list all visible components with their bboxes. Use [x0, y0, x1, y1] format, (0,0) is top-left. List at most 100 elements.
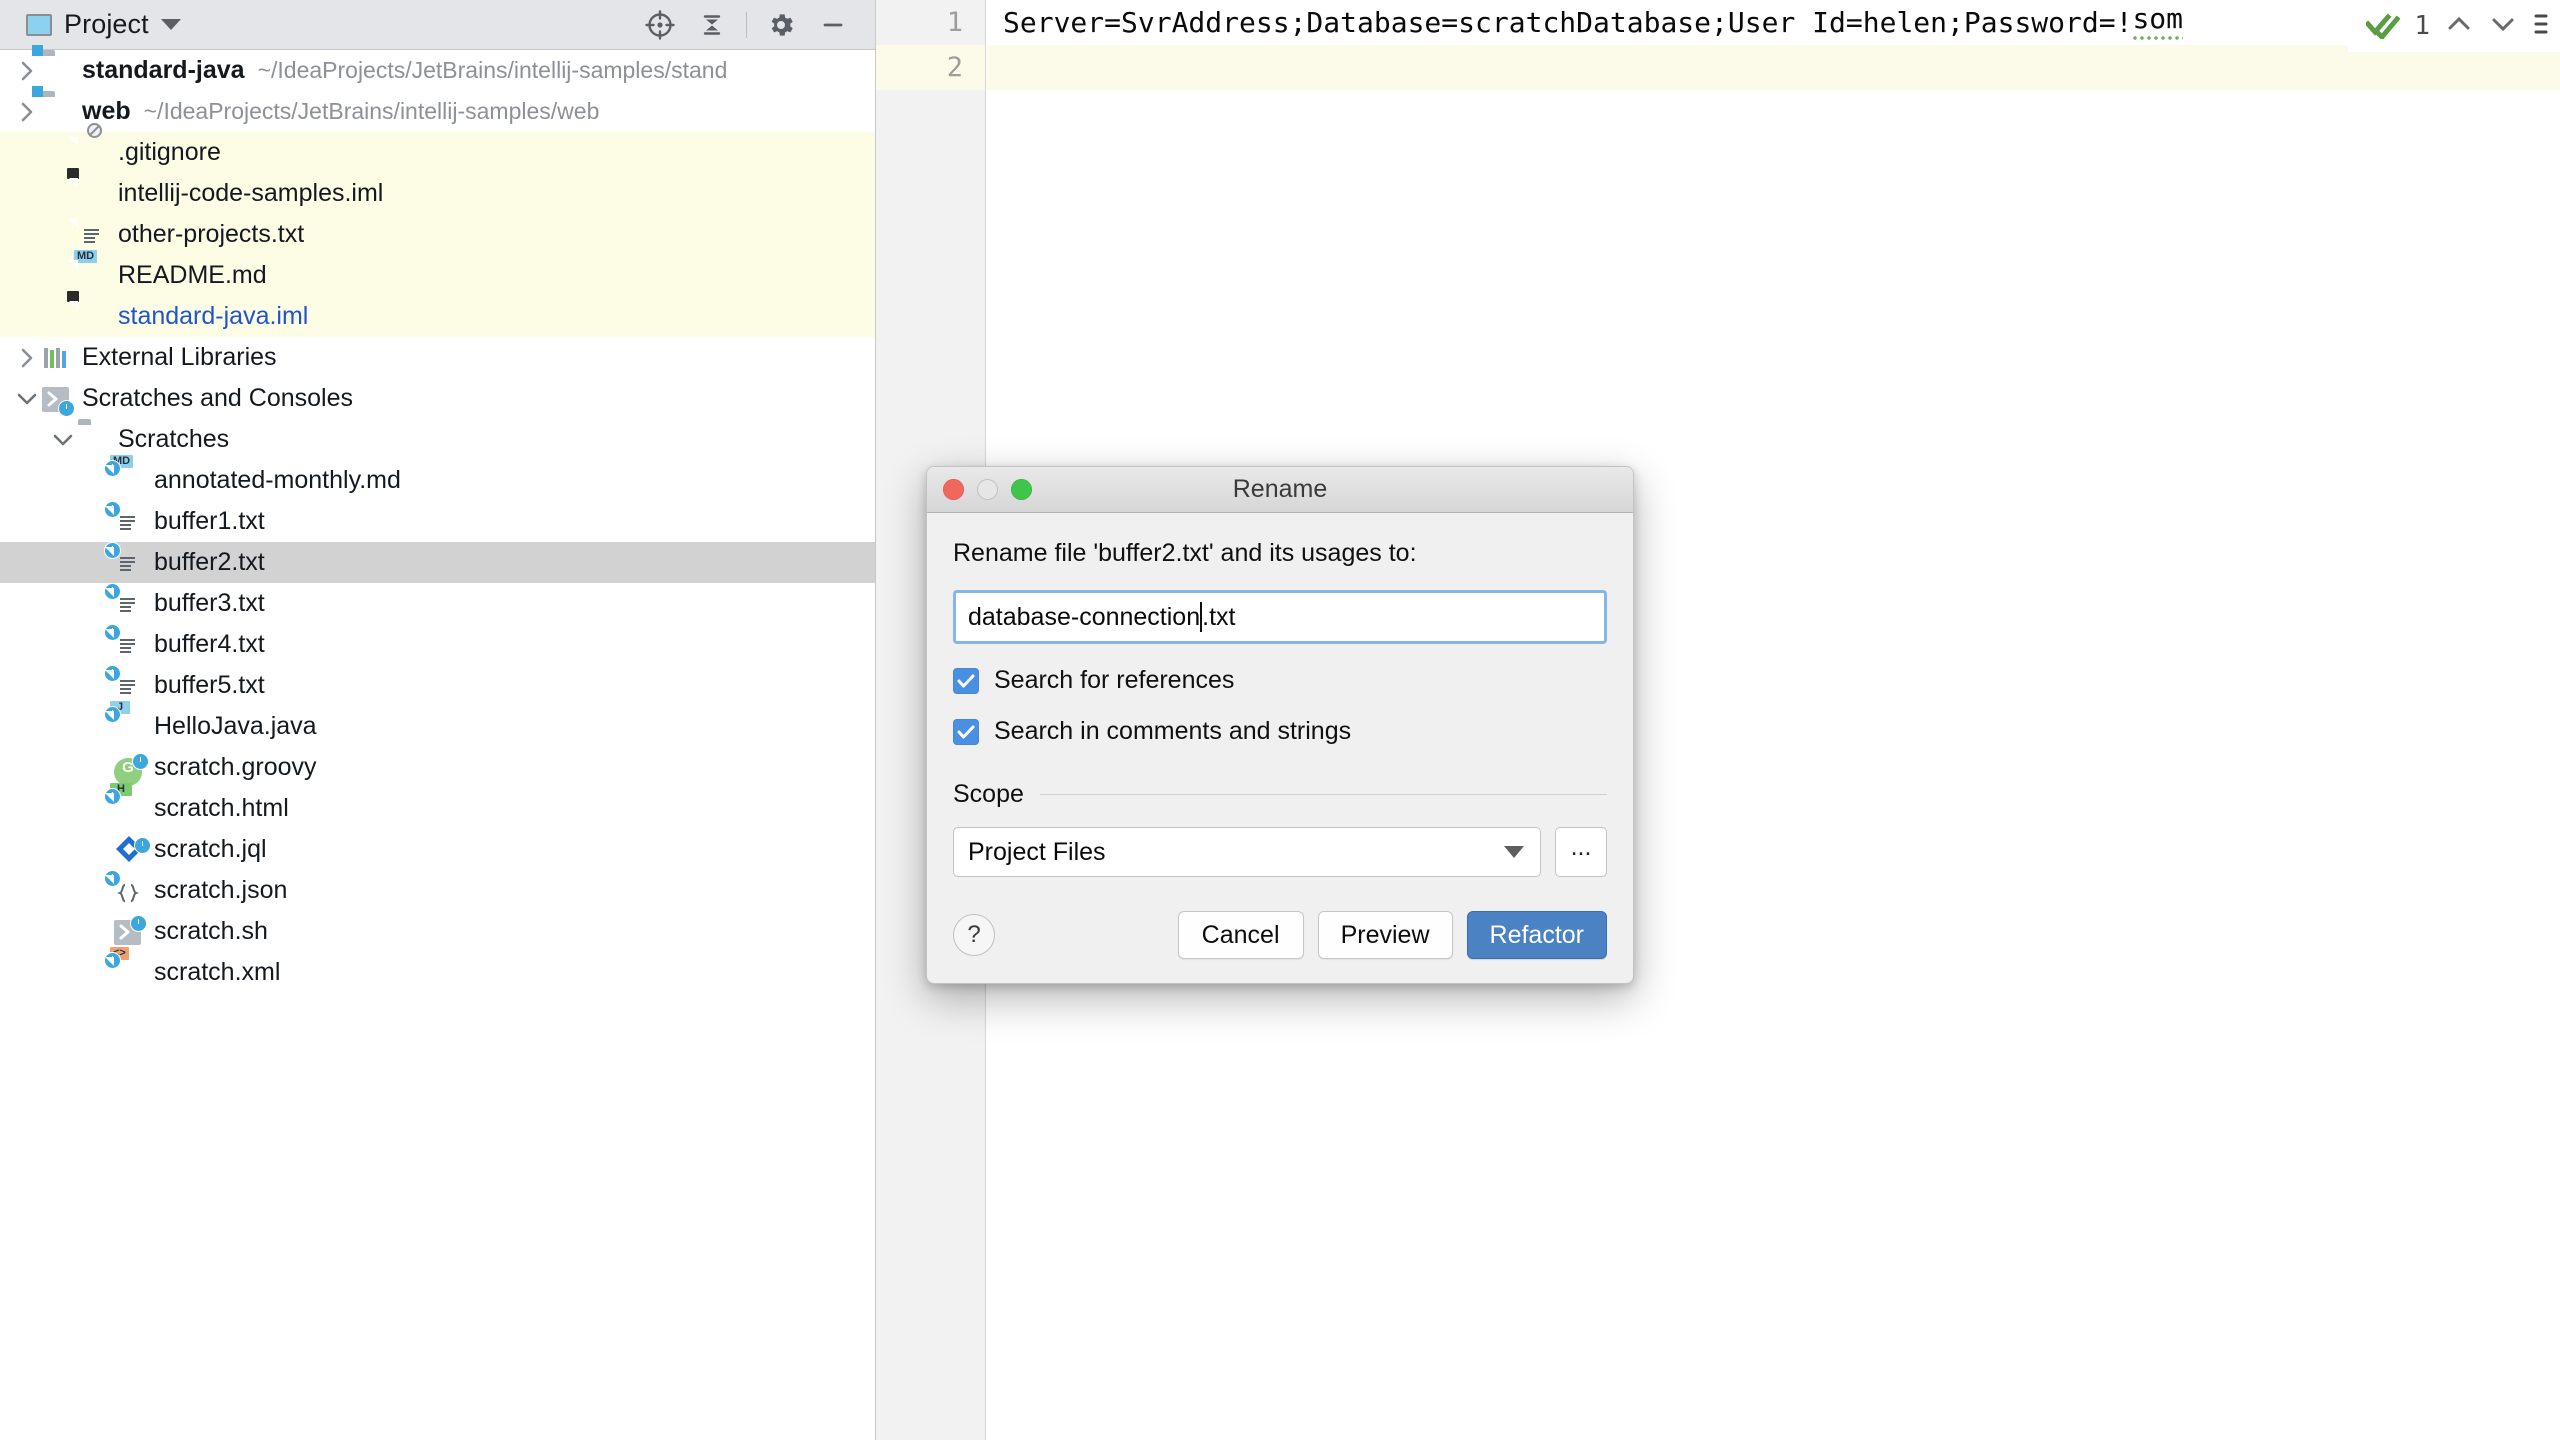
scope-section-label: Scope: [953, 780, 1024, 808]
inspection-count: 1: [2414, 11, 2430, 41]
search-references-row[interactable]: Search for references: [953, 666, 1607, 695]
scratch-text-icon: [104, 582, 144, 620]
tree-row[interactable]: MD annotated-monthly.md: [0, 454, 875, 501]
iml-file-icon: [67, 290, 108, 333]
tree-row-label: annotated-monthly.md: [154, 466, 401, 494]
rename-prompt-label: Rename file 'buffer2.txt' and its usages…: [953, 539, 1417, 567]
text-file-icon: [78, 219, 108, 251]
chevron-down-icon[interactable]: [160, 19, 181, 30]
ide-window: Project standard-java ~/IdeaProjects/Jet…: [0, 0, 2560, 1440]
tree-row[interactable]: standard-java.iml: [0, 290, 875, 337]
inspection-widget[interactable]: 1: [2348, 0, 2560, 52]
tree-row[interactable]: Scratches: [0, 419, 875, 460]
minimize-icon[interactable]: [807, 0, 859, 50]
tree-row-label: External Libraries: [82, 343, 277, 371]
tree-row-label: Scratches and Consoles: [82, 384, 353, 412]
tree-row[interactable]: J HelloJava.java: [0, 700, 875, 747]
tree-row-label: standard-java.iml: [118, 302, 309, 330]
project-panel-title-group[interactable]: Project: [0, 9, 181, 40]
search-references-label: Search for references: [994, 666, 1235, 694]
tree-row-path: ~/IdeaProjects/JetBrains/intellij-sample…: [257, 57, 728, 83]
line-number: 1: [946, 7, 963, 38]
tree-row-label: scratch.jql: [154, 835, 267, 863]
tree-row[interactable]: standard-java ~/IdeaProjects/JetBrains/in…: [0, 44, 875, 91]
tree-arrow-spacer: [86, 837, 112, 863]
tree-row[interactable]: .gitignore: [0, 122, 875, 173]
iml-file-icon: [67, 167, 108, 210]
search-comments-row[interactable]: Search in comments and strings: [953, 717, 1607, 746]
new-name-input[interactable]: database-connection .txt: [953, 590, 1607, 644]
code-text: Server=SvrAddress;Database=scratchDataba…: [1003, 6, 2133, 39]
tree-row-label: scratch.groovy: [154, 753, 317, 781]
tree-row-label: Scratches: [118, 425, 230, 453]
scratch-text-icon: [104, 664, 144, 702]
chevron-right-icon[interactable]: [14, 99, 40, 125]
rename-dialog: Rename Rename file 'buffer2.txt' and its…: [926, 466, 1634, 984]
tree-row[interactable]: other-projects.txt: [0, 214, 875, 255]
tree-row[interactable]: buffer2.txt: [0, 541, 875, 583]
next-problem-icon[interactable]: [2488, 12, 2518, 41]
tree-row[interactable]: <> scratch.xml: [0, 946, 875, 993]
tree-row[interactable]: buffer4.txt: [0, 623, 875, 665]
toolbar-divider: [746, 12, 747, 38]
tree-row[interactable]: buffer1.txt: [0, 500, 875, 542]
chevron-down-icon[interactable]: [14, 386, 40, 412]
scope-more-button[interactable]: ...: [1555, 827, 1607, 877]
code-warning-text: som: [2132, 2, 2184, 43]
code-line-1[interactable]: Server=SvrAddress;Database=scratchDataba…: [987, 0, 2560, 45]
chevron-right-icon[interactable]: [14, 58, 40, 84]
scratch-xml-icon: <>: [104, 946, 144, 989]
scratch-shell-icon: [114, 914, 147, 948]
collapse-all-icon[interactable]: [686, 0, 738, 50]
scope-dropdown[interactable]: Project Files: [953, 827, 1541, 877]
scratch-text-icon: [104, 541, 144, 579]
code-line-2[interactable]: [987, 45, 2560, 90]
scratch-jql-icon: [114, 834, 151, 866]
chevron-right-icon[interactable]: [14, 345, 40, 371]
project-tree[interactable]: standard-java ~/IdeaProjects/JetBrains/in…: [0, 44, 875, 993]
tree-row[interactable]: scratch.sh: [0, 911, 875, 952]
search-comments-checkbox[interactable]: [953, 718, 979, 745]
input-text-before-caret: database-connection: [968, 602, 1201, 631]
preview-button[interactable]: Preview: [1317, 911, 1453, 959]
tree-row-label: other-projects.txt: [118, 220, 305, 248]
scratch-text-icon: [104, 500, 144, 538]
locate-target-icon[interactable]: [634, 0, 686, 50]
tree-row[interactable]: Hscratch.html: [0, 782, 875, 829]
tree-row-label: scratch.xml: [154, 958, 281, 986]
tree-row[interactable]: MD README.md: [0, 249, 875, 296]
tree-row-label: buffer5.txt: [154, 671, 265, 699]
module-folder-icon: [32, 44, 72, 87]
tree-row-label: standard-java: [82, 56, 245, 84]
refactor-button[interactable]: Refactor: [1466, 911, 1607, 959]
inspection-settings-icon[interactable]: [2532, 11, 2550, 42]
tree-row-path: ~/IdeaProjects/JetBrains/intellij-sample…: [143, 98, 600, 124]
chevron-down-icon[interactable]: [50, 427, 76, 453]
search-comments-label: Search in comments and strings: [994, 717, 1352, 745]
scratch-text-icon: [104, 623, 144, 661]
tree-row[interactable]: intellij-code-samples.iml: [0, 167, 875, 214]
tree-row-label: README.md: [118, 261, 267, 289]
tree-row-label: buffer3.txt: [154, 589, 265, 617]
tree-row[interactable]: Gscratch.groovy: [0, 747, 875, 788]
search-references-checkbox[interactable]: [953, 667, 979, 694]
scratch-groovy-icon: G: [114, 752, 149, 786]
project-panel-title: Project: [64, 9, 149, 39]
tree-row-label: scratch.html: [154, 794, 289, 822]
help-button[interactable]: ?: [953, 914, 995, 956]
settings-gear-icon[interactable]: [755, 0, 807, 50]
dialog-body: Rename file 'buffer2.txt' and its usages…: [927, 513, 1633, 983]
previous-problem-icon[interactable]: [2444, 12, 2474, 41]
external-libraries-icon: [42, 342, 72, 374]
inspection-ok-check-icon[interactable]: [2364, 9, 2401, 44]
cancel-button[interactable]: Cancel: [1177, 911, 1304, 959]
tree-row[interactable]: scratch.json: [0, 869, 875, 911]
tree-row[interactable]: buffer3.txt: [0, 582, 875, 624]
scratch-html-icon: H: [104, 782, 144, 825]
module-folder-icon: [32, 85, 72, 128]
tree-row[interactable]: web ~/IdeaProjects/JetBrains/intellij-sam…: [0, 85, 875, 132]
tree-row[interactable]: scratch.jql: [0, 829, 875, 870]
tree-row[interactable]: Scratches and Consoles: [0, 378, 875, 419]
tree-row[interactable]: buffer5.txt: [0, 664, 875, 706]
tree-row[interactable]: External Libraries: [0, 337, 875, 378]
